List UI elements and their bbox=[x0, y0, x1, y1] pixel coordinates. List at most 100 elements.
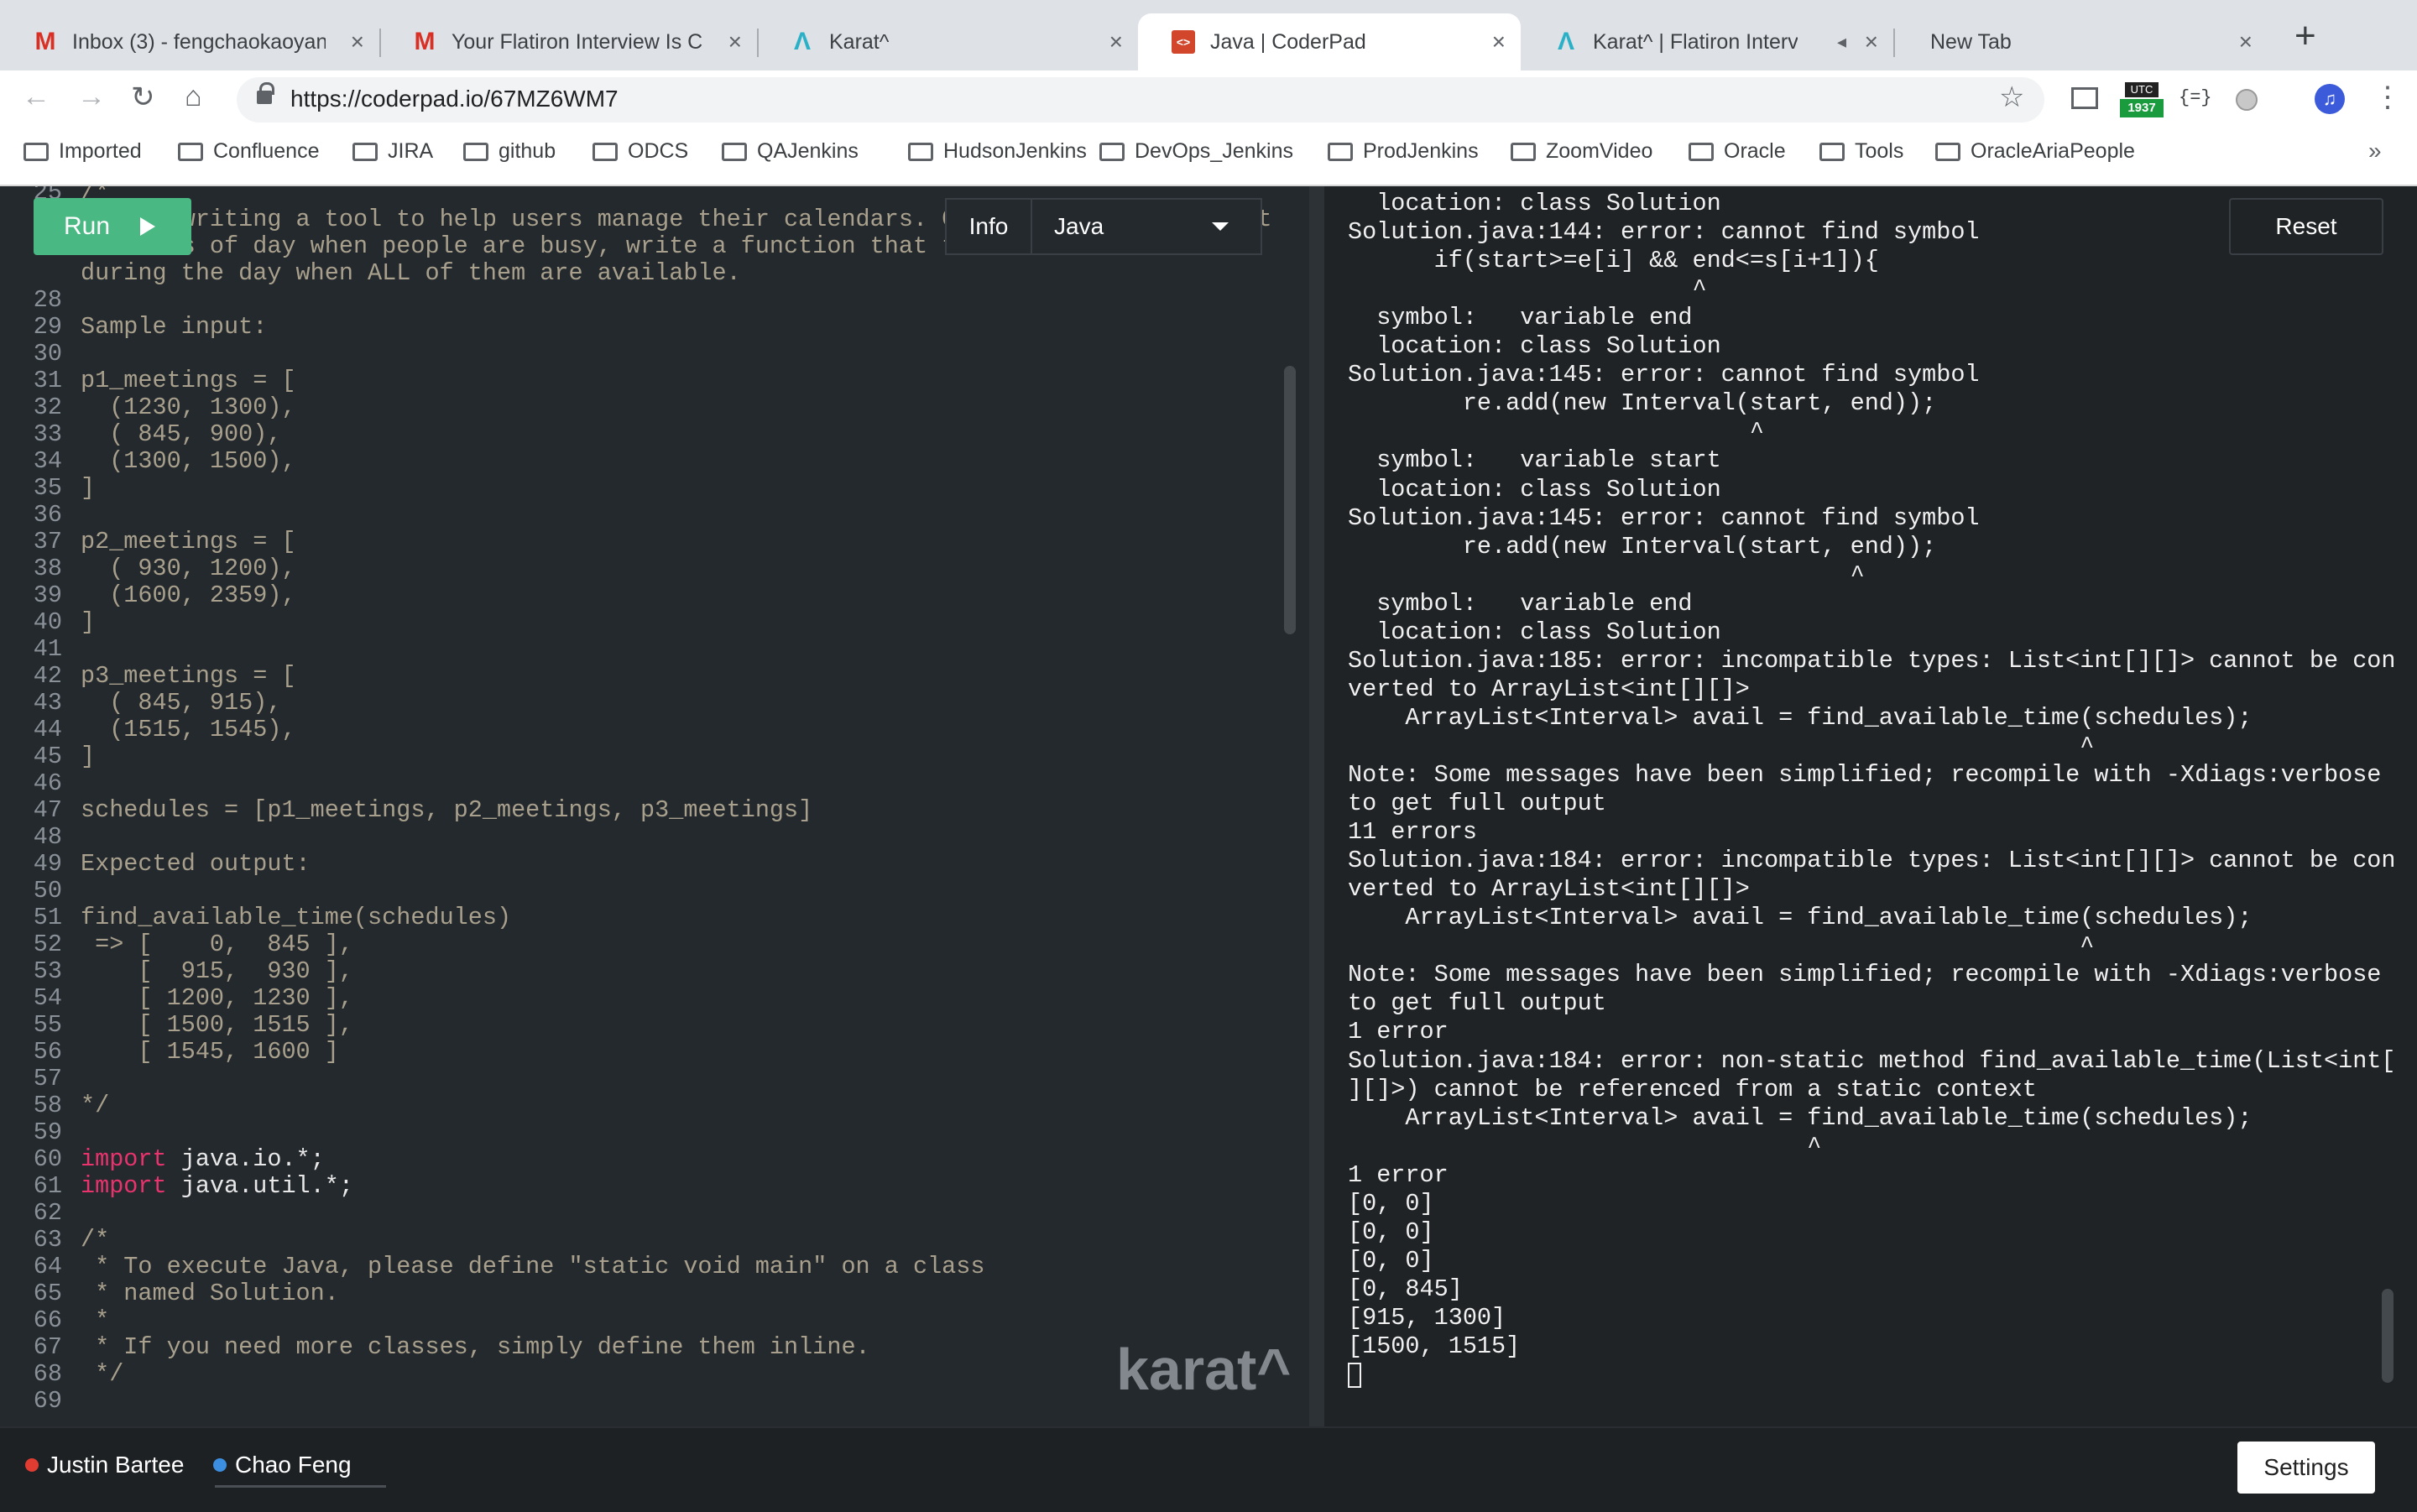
output-line: ][]>) cannot be referenced from a static… bbox=[1348, 1075, 2037, 1103]
reader-icon[interactable] bbox=[2071, 87, 2098, 109]
code-line: 53 [ 915, 930 ], bbox=[0, 958, 1276, 985]
bookmark-label: github bbox=[499, 139, 556, 163]
home-icon[interactable]: ⌂ bbox=[185, 81, 202, 113]
browser-tab[interactable]: M Your Flatiron Interview Is Co × bbox=[379, 13, 757, 70]
code-line: 69 bbox=[0, 1388, 1276, 1415]
code-text: ( 930, 1200), bbox=[81, 555, 296, 582]
output-line: ^ bbox=[1348, 275, 1707, 304]
code-text: /* bbox=[81, 1226, 110, 1254]
bookmark-item[interactable]: ProdJenkins bbox=[1328, 139, 1479, 164]
settings-button[interactable]: Settings bbox=[2237, 1442, 2375, 1494]
code-line: 35] bbox=[0, 475, 1276, 502]
line-number: 37 bbox=[33, 528, 62, 555]
run-button[interactable]: Run bbox=[34, 198, 191, 255]
bookmark-item[interactable]: Confluence bbox=[178, 139, 319, 164]
bookmark-item[interactable]: github bbox=[463, 139, 556, 164]
bookmark-item[interactable]: OracleAriaPeople bbox=[1935, 139, 2135, 164]
browser-tab[interactable]: M Inbox (3) - fengchaokaoyan@ × bbox=[0, 13, 379, 70]
bookmark-item[interactable]: Oracle bbox=[1689, 139, 1786, 164]
line-number: 61 bbox=[33, 1172, 62, 1200]
bookmark-item[interactable]: Tools bbox=[1819, 139, 1903, 164]
bookmark-label: ODCS bbox=[628, 139, 689, 163]
output-line: Solution.java:184: error: incompatible t… bbox=[1348, 847, 2396, 875]
bookmark-item[interactable]: ODCS bbox=[593, 139, 688, 164]
coderpad-icon: <> bbox=[1172, 30, 1195, 54]
code-line: 45] bbox=[0, 743, 1276, 770]
code-text-rest: java.io.*; bbox=[180, 1145, 325, 1173]
code-line: 42 p3_meetings = [ bbox=[0, 663, 1276, 690]
browser-tab[interactable]: Λ Karat^ | Flatiron Intervie ◂ × bbox=[1521, 13, 1893, 70]
line-number: 41 bbox=[33, 635, 62, 663]
code-text: p2_meetings = [ bbox=[81, 528, 296, 555]
bottom-bar bbox=[0, 1426, 2417, 1512]
reload-icon[interactable]: ↻ bbox=[131, 81, 155, 114]
pane-divider[interactable] bbox=[1309, 186, 1324, 1426]
bookmarks-overflow-icon[interactable]: » bbox=[2368, 138, 2382, 164]
new-tab-button[interactable]: + bbox=[2294, 15, 2316, 57]
speaker-mute-icon[interactable]: ◂ bbox=[1837, 31, 1846, 53]
line-number: 40 bbox=[33, 608, 62, 636]
browser-tab[interactable]: New Tab × bbox=[1893, 13, 2268, 70]
bookmark-item[interactable]: Imported bbox=[23, 139, 142, 164]
code-editor[interactable]: 25/* We are writing a tool to help users … bbox=[0, 186, 1309, 1426]
folder-icon bbox=[1099, 142, 1125, 161]
code-line: 68 */ bbox=[0, 1361, 1276, 1388]
code-text: (1600, 2359), bbox=[81, 581, 296, 609]
output-console[interactable]: location: class Solution Solution.java:14… bbox=[1324, 186, 2417, 1426]
editor-scrollbar[interactable] bbox=[1284, 366, 1296, 634]
language-select[interactable]: Java bbox=[1032, 200, 1261, 253]
bookmark-label: Confluence bbox=[213, 139, 320, 163]
reset-label: Reset bbox=[2275, 213, 2337, 239]
bookmark-label: JIRA bbox=[388, 139, 434, 163]
browser-tab[interactable]: Λ Karat^ × bbox=[757, 13, 1138, 70]
code-text: (1300, 1500), bbox=[81, 447, 296, 475]
close-tab-icon[interactable]: × bbox=[1865, 29, 1878, 55]
reset-button[interactable]: Reset bbox=[2229, 198, 2383, 255]
bookmark-item[interactable]: HudsonJenkins bbox=[908, 139, 1087, 164]
code-line: 40] bbox=[0, 609, 1276, 636]
karat-watermark: karat^ bbox=[1116, 1337, 1292, 1402]
tab-separator bbox=[1893, 29, 1895, 57]
code-text: import java.util.*; bbox=[81, 1173, 353, 1200]
code-line: 44 (1515, 1545), bbox=[0, 717, 1276, 743]
output-scrollbar[interactable] bbox=[2382, 1289, 2394, 1383]
participant-name: Chao Feng bbox=[235, 1452, 352, 1478]
bookmark-item[interactable]: JIRA bbox=[352, 139, 433, 164]
bookmark-item[interactable]: DevOps_Jenkins bbox=[1099, 139, 1293, 164]
json-viewer-icon[interactable]: {=} bbox=[2179, 87, 2212, 108]
folder-icon bbox=[1511, 142, 1536, 161]
info-button[interactable]: Info bbox=[947, 200, 1032, 253]
karat-icon: Λ bbox=[1557, 28, 1574, 55]
code-line: 36 bbox=[0, 502, 1276, 529]
bookmark-item[interactable]: ZoomVideo bbox=[1511, 139, 1652, 164]
extension-circle-icon[interactable] bbox=[2236, 89, 2258, 111]
close-tab-icon[interactable]: × bbox=[1492, 29, 1506, 55]
back-icon[interactable]: ← bbox=[22, 81, 50, 113]
browser-menu-icon[interactable]: ⋮ bbox=[2373, 81, 2402, 114]
forward-icon[interactable]: → bbox=[77, 81, 106, 113]
close-tab-icon[interactable]: × bbox=[1109, 29, 1123, 55]
url-text[interactable]: https://coderpad.io/67MZ6WM7 bbox=[290, 86, 619, 112]
output-line: to get full output bbox=[1348, 989, 1606, 1018]
output-line: Solution.java:145: error: cannot find sy… bbox=[1348, 361, 1980, 389]
bookmark-star-icon[interactable]: ☆ bbox=[1999, 81, 2024, 114]
line-number: 55 bbox=[33, 1011, 62, 1039]
participant[interactable]: Justin Bartee bbox=[25, 1452, 184, 1478]
profile-avatar-icon[interactable]: ♫ bbox=[2315, 84, 2345, 114]
code-text: [ 915, 930 ], bbox=[81, 957, 353, 985]
line-number: 44 bbox=[33, 716, 62, 743]
browser-tab[interactable]: <> Java | CoderPad × bbox=[1138, 13, 1521, 70]
folder-icon bbox=[908, 142, 933, 161]
code-text: Expected output: bbox=[81, 850, 311, 878]
close-tab-icon[interactable]: × bbox=[728, 29, 742, 55]
output-line: Note: Some messages have been simplified… bbox=[1348, 761, 2382, 789]
close-tab-icon[interactable]: × bbox=[2239, 29, 2253, 55]
output-line: ^ bbox=[1348, 1132, 1822, 1160]
bookmark-item[interactable]: QAJenkins bbox=[722, 139, 859, 164]
close-tab-icon[interactable]: × bbox=[351, 29, 364, 55]
extension-clock-icon[interactable]: UTC 1937 bbox=[2120, 81, 2164, 123]
code-text: during the day when ALL of them are avai… bbox=[81, 259, 741, 287]
code-line: 28 bbox=[0, 287, 1276, 314]
folder-icon bbox=[1689, 142, 1714, 161]
participant[interactable]: Chao Feng bbox=[213, 1452, 352, 1478]
